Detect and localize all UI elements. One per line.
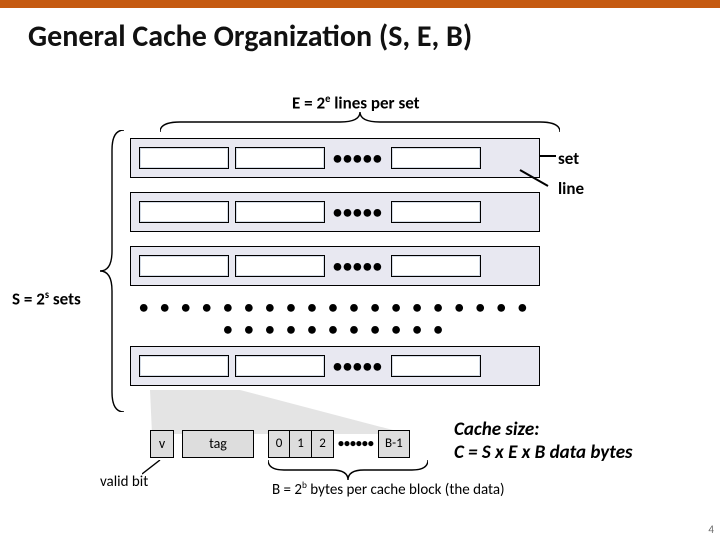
ellipsis-icon: ••••• [333, 201, 383, 223]
tag-cell: tag [182, 430, 254, 458]
data-block: 0 1 2 •••••• B-1 [268, 430, 410, 458]
set-callout-line [540, 155, 556, 157]
cache-line-cell [235, 201, 325, 223]
b-label: B = 2b bytes per cache block (the data) [272, 480, 505, 499]
ellipsis-icon: ••••• [333, 147, 383, 169]
ellipsis-icon: ••••• [333, 355, 383, 377]
data-byte-cell: 2 [312, 430, 334, 458]
cache-line-cell [235, 255, 325, 277]
cache-size-line2: C = S x E x B data bytes [454, 441, 633, 464]
ellipsis-icon: •••••• [334, 437, 378, 451]
validbit-connector [142, 460, 164, 474]
cache-size-line1: Cache size: [454, 418, 539, 441]
set-row: ••••• [130, 192, 540, 232]
cache-line-cell [139, 201, 229, 223]
top-brace [160, 112, 560, 134]
cache-line-cell [391, 147, 481, 169]
ellipsis-row: • • • • • • • • • • • • • • • • • • • • … [130, 296, 540, 340]
cache-line-cell [235, 355, 325, 377]
top-accent-bar [0, 0, 720, 8]
s-label: S = 2s sets [12, 288, 81, 310]
line-detail: v tag 0 1 2 •••••• B-1 [150, 430, 410, 458]
cache-line-cell [139, 147, 229, 169]
left-brace [98, 130, 126, 412]
cache-line-cell [391, 355, 481, 377]
data-byte-cell: 1 [290, 430, 312, 458]
ellipsis-icon: ••••• [333, 255, 383, 277]
b-brace [268, 460, 428, 480]
valid-bit-cell: v [150, 430, 174, 458]
set-row: ••••• [130, 246, 540, 286]
cache-line-cell [391, 201, 481, 223]
set-callout: set [558, 148, 579, 169]
set-row: ••••• [130, 138, 540, 178]
cache-size-note: Cache size: C = S x E x B data bytes [454, 418, 633, 464]
slide-title: General Cache Organization (S, E, B) [28, 18, 472, 55]
cache-line-cell [235, 147, 325, 169]
cache-line-cell [139, 355, 229, 377]
data-byte-cell: 0 [268, 430, 290, 458]
line-callout: line [558, 178, 584, 199]
line-callout-connector [520, 170, 556, 188]
data-byte-last-cell: B-1 [378, 430, 410, 458]
cache-line-cell [139, 255, 229, 277]
e-label: E = 2e lines per set [292, 92, 420, 114]
page-number: 4 [708, 523, 714, 536]
cache-line-cell [391, 255, 481, 277]
sets-area: ••••• ••••• ••••• • • • • • • • • • • • … [130, 138, 550, 400]
set-row: ••••• [130, 346, 540, 386]
valid-bit-label: valid bit [100, 473, 148, 491]
